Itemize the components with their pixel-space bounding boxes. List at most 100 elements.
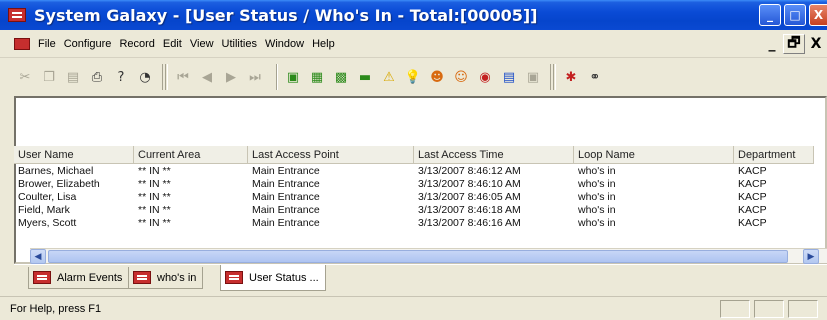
door-icon[interactable]: ▣ bbox=[284, 68, 302, 86]
cell-last-access-point: Main Entrance bbox=[252, 204, 320, 216]
menu-view[interactable]: View bbox=[190, 38, 214, 50]
cell-current-area: ** IN ** bbox=[138, 217, 171, 229]
menu-help[interactable]: Help bbox=[312, 38, 335, 50]
column-header-last-access-point[interactable]: Last Access Point bbox=[248, 146, 414, 164]
cell-user-name: Myers, Scott bbox=[18, 217, 77, 229]
tab-app-icon bbox=[33, 271, 51, 284]
cell-last-access-time: 3/13/2007 8:46:05 AM bbox=[418, 191, 521, 203]
table-row[interactable]: Field, Mark ** IN ** Main Entrance 3/13/… bbox=[14, 204, 814, 217]
scroll-right-button[interactable]: ▶ bbox=[803, 249, 819, 264]
menu-file[interactable]: File bbox=[38, 38, 56, 50]
cell-user-name: Brower, Elizabeth bbox=[18, 178, 100, 190]
close-button[interactable]: X bbox=[809, 4, 827, 26]
table-row[interactable]: Coulter, Lisa ** IN ** Main Entrance 3/1… bbox=[14, 191, 814, 204]
paste-icon[interactable]: ▤ bbox=[64, 68, 82, 86]
toolbar-separator bbox=[550, 64, 556, 90]
reader-icon[interactable]: ▦ bbox=[308, 68, 326, 86]
table-row[interactable]: Barnes, Michael ** IN ** Main Entrance 3… bbox=[14, 165, 814, 178]
next-record-icon[interactable]: ▶ bbox=[222, 68, 240, 86]
tab-label: User Status ... bbox=[249, 271, 319, 284]
horizontal-scrollbar[interactable]: ◀ ▶ bbox=[30, 248, 827, 264]
cell-last-access-time: 3/13/2007 8:46:16 AM bbox=[418, 217, 521, 229]
list-header: User Name Current Area Last Access Point… bbox=[14, 146, 814, 164]
badge-icon[interactable]: ▣ bbox=[524, 68, 542, 86]
cell-current-area: ** IN ** bbox=[138, 165, 171, 177]
cell-department: KACP bbox=[738, 165, 767, 177]
tab-app-icon bbox=[133, 271, 151, 284]
cell-current-area: ** IN ** bbox=[138, 204, 171, 216]
card-icon[interactable]: ▤ bbox=[500, 68, 518, 86]
menu-bar: File Configure Record Edit View Utilitie… bbox=[0, 30, 827, 58]
status-text: For Help, press F1 bbox=[10, 303, 102, 315]
toolbar-separator bbox=[162, 64, 168, 90]
print-icon[interactable]: ⎙ bbox=[88, 68, 106, 86]
tab-label: Alarm Events bbox=[57, 271, 123, 284]
cell-last-access-time: 3/13/2007 8:46:12 AM bbox=[418, 165, 521, 177]
users-icon[interactable]: ☺ bbox=[452, 68, 470, 86]
column-header-loop-name[interactable]: Loop Name bbox=[574, 146, 734, 164]
table-row[interactable]: Myers, Scott ** IN ** Main Entrance 3/13… bbox=[14, 217, 814, 230]
scroll-thumb[interactable] bbox=[48, 250, 788, 263]
cut-icon[interactable]: ✂ bbox=[16, 68, 34, 86]
binoculars-icon[interactable]: ⚭ bbox=[586, 68, 604, 86]
mdi-close-button[interactable]: X bbox=[805, 34, 827, 54]
events-icon[interactable]: ✱ bbox=[562, 68, 580, 86]
clock-icon[interactable]: ◉ bbox=[476, 68, 494, 86]
menu-utilities[interactable]: Utilities bbox=[222, 38, 257, 50]
cell-department: KACP bbox=[738, 191, 767, 203]
stopwatch-icon[interactable]: ◔ bbox=[136, 68, 154, 86]
help-icon[interactable]: ? bbox=[112, 68, 130, 86]
mdi-restore-button[interactable]: 🗗 bbox=[783, 34, 805, 54]
cell-last-access-time: 3/13/2007 8:46:18 AM bbox=[418, 204, 521, 216]
document-icon[interactable] bbox=[14, 37, 30, 50]
scroll-left-button[interactable]: ◀ bbox=[30, 249, 46, 264]
cell-loop-name: who's in bbox=[578, 204, 616, 216]
tab-alarm-events[interactable]: Alarm Events bbox=[28, 267, 130, 289]
title-bar[interactable]: System Galaxy - [User Status / Who's In … bbox=[0, 0, 827, 30]
cell-user-name: Field, Mark bbox=[18, 204, 70, 216]
status-pane bbox=[788, 300, 818, 318]
copy-icon[interactable]: ❐ bbox=[40, 68, 58, 86]
toolbar-separator bbox=[276, 64, 278, 90]
cell-loop-name: who's in bbox=[578, 217, 616, 229]
cell-user-name: Barnes, Michael bbox=[18, 165, 94, 177]
tab-user-status[interactable]: User Status ... bbox=[220, 265, 326, 291]
cell-user-name: Coulter, Lisa bbox=[18, 191, 77, 203]
first-record-icon[interactable]: ⏮ bbox=[174, 68, 192, 86]
menu-record[interactable]: Record bbox=[119, 38, 154, 50]
status-pane bbox=[754, 300, 784, 318]
status-pane bbox=[720, 300, 750, 318]
cell-current-area: ** IN ** bbox=[138, 191, 171, 203]
menu-window[interactable]: Window bbox=[265, 38, 304, 50]
cell-loop-name: who's in bbox=[578, 178, 616, 190]
cell-department: KACP bbox=[738, 217, 767, 229]
toolbar: ✂ ❐ ▤ ⎙ ? ◔ ⏮ ◀ ▶ ⏭ ▣ ▦ ▩ ▬ ⚠ 💡 ☻ ☺ ◉ ▤ … bbox=[0, 58, 827, 96]
panel-icon[interactable]: ▬ bbox=[356, 68, 374, 86]
column-header-last-access-time[interactable]: Last Access Time bbox=[414, 146, 574, 164]
last-record-icon[interactable]: ⏭ bbox=[246, 68, 264, 86]
app-icon[interactable] bbox=[8, 8, 26, 22]
menu-edit[interactable]: Edit bbox=[163, 38, 182, 50]
tab-app-icon bbox=[225, 271, 243, 284]
minimize-button[interactable]: _ bbox=[759, 4, 781, 26]
cell-current-area: ** IN ** bbox=[138, 178, 171, 190]
reader-group-icon[interactable]: ▩ bbox=[332, 68, 350, 86]
table-row[interactable]: Brower, Elizabeth ** IN ** Main Entrance… bbox=[14, 178, 814, 191]
column-header-user-name[interactable]: User Name bbox=[14, 146, 134, 164]
user-icon[interactable]: ☻ bbox=[428, 68, 446, 86]
column-header-department[interactable]: Department bbox=[734, 146, 814, 164]
cell-loop-name: who's in bbox=[578, 191, 616, 203]
alarm-warning-icon[interactable]: ⚠ bbox=[380, 68, 398, 86]
cell-last-access-point: Main Entrance bbox=[252, 178, 320, 190]
cell-loop-name: who's in bbox=[578, 165, 616, 177]
prev-record-icon[interactable]: ◀ bbox=[198, 68, 216, 86]
cell-last-access-time: 3/13/2007 8:46:10 AM bbox=[418, 178, 521, 190]
light-bulb-icon[interactable]: 💡 bbox=[404, 68, 422, 86]
column-header-current-area[interactable]: Current Area bbox=[134, 146, 248, 164]
menu-configure[interactable]: Configure bbox=[64, 38, 112, 50]
mdi-minimize-button[interactable]: _ bbox=[761, 34, 783, 54]
maximize-button[interactable]: □ bbox=[784, 4, 806, 26]
user-status-list: Barnes, Michael ** IN ** Main Entrance 3… bbox=[14, 165, 814, 230]
cell-last-access-point: Main Entrance bbox=[252, 217, 320, 229]
tab-whos-in[interactable]: who's in bbox=[128, 267, 204, 289]
